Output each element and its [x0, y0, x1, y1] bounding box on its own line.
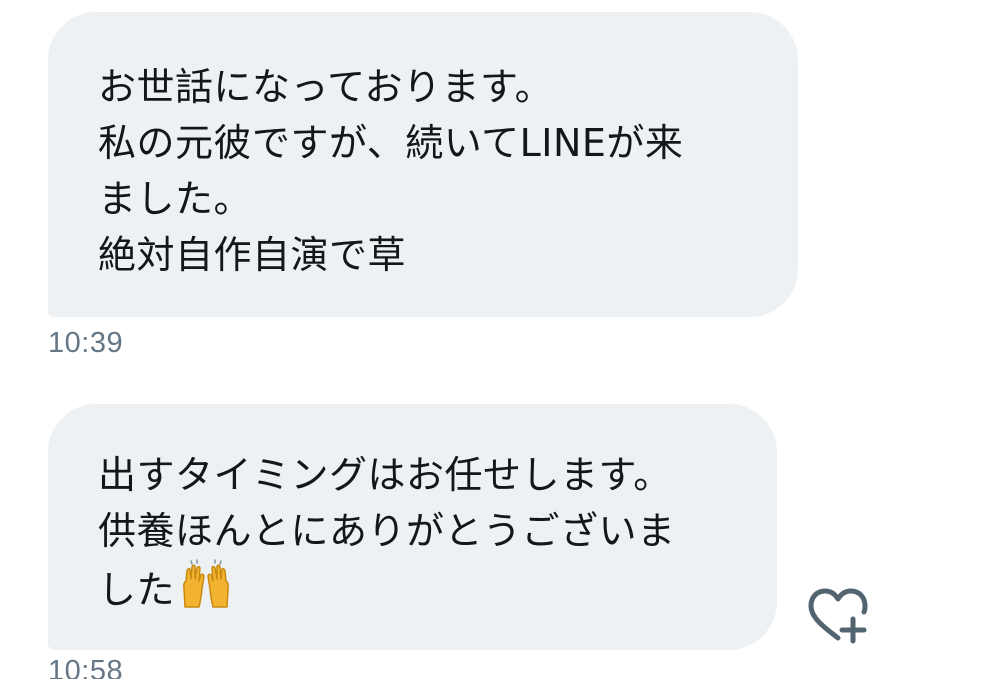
heart-plus-icon[interactable] [803, 586, 873, 646]
message-line: ました。 [98, 177, 253, 221]
message-bubble[interactable]: 出すタイミングはお任せします。 供養ほんとにありがとうございま した [48, 404, 777, 650]
message-line: した [98, 559, 737, 624]
message-line-text: した [98, 568, 176, 612]
message-line: お世話になっております。 [98, 65, 554, 109]
message-timestamp: 10:39 [48, 327, 124, 359]
message-line: 私の元彼ですが、続いてLINEが来 [98, 121, 684, 165]
message-timestamp: 10:58 [48, 655, 124, 679]
message-thread: お世話になっております。 私の元彼ですが、続いてLINEが来 ました。 絶対自作… [0, 0, 995, 679]
message-line: 絶対自作自演で草 [98, 233, 407, 277]
message-line: 出すタイミングはお任せします。 [98, 453, 672, 497]
message-bubble[interactable]: お世話になっております。 私の元彼ですが、続いてLINEが来 ました。 絶対自作… [48, 12, 798, 317]
raising-hands-emoji [177, 559, 235, 624]
message-line: 供養ほんとにありがとうございま [98, 509, 676, 553]
